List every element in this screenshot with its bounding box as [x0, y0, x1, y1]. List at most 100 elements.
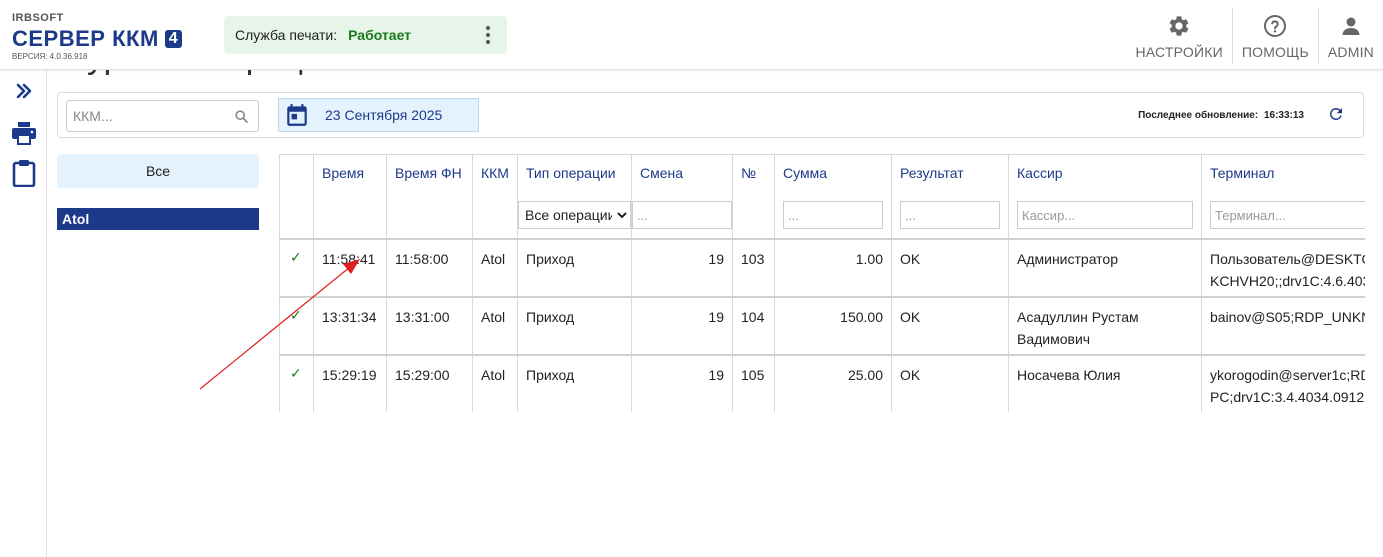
- shift-filter-input[interactable]: [632, 201, 732, 229]
- cashier-filter-input[interactable]: [1017, 201, 1193, 229]
- cell-terminal: ykorogodin@server1c;RDP- PC;drv1C:3.4.40…: [1201, 354, 1365, 412]
- table-row[interactable]: ✓ 15:29:19 15:29:00 Atol Приход 19 105 2…: [279, 354, 1365, 412]
- column-header-shift[interactable]: Смена: [631, 154, 733, 240]
- journal-nav-button[interactable]: [10, 158, 37, 188]
- op-type-filter-select[interactable]: Все операции: [518, 201, 631, 229]
- admin-label: ADMIN: [1327, 44, 1374, 60]
- print-service-label: Служба печати:: [235, 27, 338, 43]
- column-header-op-type[interactable]: Тип операции Все операции: [517, 154, 632, 240]
- column-header-result[interactable]: Результат: [891, 154, 1009, 240]
- print-service-status: Служба печати: Работает: [224, 16, 507, 54]
- result-filter-input[interactable]: [900, 201, 1000, 229]
- cell-shift: 19: [631, 238, 733, 298]
- table-header-row: Время Время ФН ККМ Тип операции Все опер…: [279, 154, 1365, 240]
- column-label: Кассир: [1017, 165, 1063, 181]
- help-button[interactable]: ПОМОЩЬ: [1231, 8, 1318, 64]
- column-header-time[interactable]: Время: [313, 154, 387, 240]
- cell-sum: 1.00: [774, 238, 892, 298]
- settings-label: НАСТРОЙКИ: [1135, 44, 1223, 60]
- kkm-list-item-atol[interactable]: Atol: [57, 208, 259, 230]
- table-row[interactable]: ✓ 11:58:41 11:58:00 Atol Приход 19 103 1…: [279, 238, 1365, 298]
- column-label: Терминал: [1210, 165, 1275, 181]
- kebab-menu-icon[interactable]: [485, 26, 491, 44]
- admin-button[interactable]: ADMIN: [1317, 8, 1383, 64]
- search-icon[interactable]: [235, 110, 248, 123]
- column-header-terminal[interactable]: Терминал: [1201, 154, 1365, 240]
- cell-op-type: Приход: [517, 238, 632, 298]
- column-label: Тип операции: [526, 165, 616, 181]
- logo-product: СЕРВЕР ККМ 4: [12, 26, 183, 52]
- last-update-label: Последнее обновление:: [1138, 110, 1259, 121]
- terminal-line: bainov@S05;RDP_UNKNOWN: [1210, 309, 1365, 325]
- column-header-cashier[interactable]: Кассир: [1008, 154, 1202, 240]
- cell-cashier: Носачева Юлия: [1008, 354, 1202, 412]
- cell-sum: 25.00: [774, 354, 892, 412]
- settings-button[interactable]: НАСТРОЙКИ: [1127, 8, 1232, 64]
- double-chevron-right-icon: [16, 83, 31, 99]
- user-icon: [1342, 17, 1360, 35]
- column-header-time-fn[interactable]: Время ФН: [386, 154, 473, 240]
- expand-sidebar-button[interactable]: [10, 76, 37, 106]
- check-icon: ✓: [290, 307, 302, 323]
- clipboard-icon: [12, 160, 35, 187]
- cell-result: OK: [891, 354, 1009, 412]
- cell-time-fn: 15:29:00: [386, 354, 473, 412]
- app-header: IRBSOFT СЕРВЕР ККМ 4 ВЕРСИЯ: 4.0.36.918 …: [0, 0, 1383, 70]
- terminal-line: Пользователь@DESKTOP-: [1210, 251, 1365, 267]
- cell-number: 104: [732, 296, 775, 356]
- terminal-line: PC;drv1C:3.4.4034.0912: [1210, 389, 1365, 405]
- column-label: Смена: [640, 165, 684, 181]
- cell-time-fn: 13:31:00: [386, 296, 473, 356]
- operations-table: Время Время ФН ККМ Тип операции Все опер…: [279, 154, 1365, 412]
- column-header-sum[interactable]: Сумма: [774, 154, 892, 240]
- last-update: Последнее обновление: 16:33:13: [1138, 110, 1304, 121]
- kkm-filter-all[interactable]: Все: [57, 154, 259, 188]
- table-row[interactable]: ✓ 13:31:34 13:31:00 Atol Приход 19 104 1…: [279, 296, 1365, 356]
- last-update-time: 16:33:13: [1263, 110, 1304, 121]
- refresh-icon[interactable]: [1327, 105, 1345, 123]
- cell-shift: 19: [631, 296, 733, 356]
- selected-date: 23 Сентября 2025: [325, 107, 443, 123]
- cell-number: 103: [732, 238, 775, 298]
- left-rail: [0, 70, 47, 557]
- column-label: №: [741, 165, 757, 181]
- cell-op-type: Приход: [517, 354, 632, 412]
- terminal-filter-input[interactable]: [1210, 201, 1365, 229]
- print-service-value: Работает: [348, 27, 412, 43]
- cell-kkm: Atol: [472, 296, 518, 356]
- terminal-line: ykorogodin@server1c;RDP-: [1210, 367, 1365, 383]
- logo-version-badge: 4: [164, 30, 183, 48]
- cell-shift: 19: [631, 354, 733, 412]
- cell-terminal: bainov@S05;RDP_UNKNOWN: [1201, 296, 1365, 356]
- check-icon: ✓: [290, 249, 302, 265]
- calendar-icon: [287, 104, 307, 126]
- app-version: ВЕРСИЯ: 4.0.36.918: [12, 52, 88, 61]
- operations-table-container[interactable]: Время Время ФН ККМ Тип операции Все опер…: [279, 154, 1365, 412]
- cell-time: 13:31:34: [313, 296, 387, 356]
- cell-time: 11:58:41: [313, 238, 387, 298]
- sum-filter-input[interactable]: [783, 201, 883, 229]
- logo-product-name: СЕРВЕР ККМ: [12, 26, 159, 51]
- column-header-status: [279, 154, 314, 240]
- cell-result: OK: [891, 296, 1009, 356]
- terminal-line: KCHVH20;;drv1C:4.6.4031: [1210, 273, 1365, 289]
- cell-time-fn: 11:58:00: [386, 238, 473, 298]
- column-label: Время: [322, 165, 365, 181]
- cell-terminal: Пользователь@DESKTOP- KCHVH20;;drv1C:4.6…: [1201, 238, 1365, 298]
- column-header-number[interactable]: №: [732, 154, 775, 240]
- date-picker[interactable]: 23 Сентября 2025: [278, 98, 479, 132]
- cell-sum: 150.00: [774, 296, 892, 356]
- cell-kkm: Atol: [472, 354, 518, 412]
- check-icon: ✓: [290, 365, 302, 381]
- printer-nav-button[interactable]: [10, 118, 37, 148]
- cell-cashier: Асадуллин Рустам Вадимович: [1008, 296, 1202, 356]
- cell-kkm: Atol: [472, 238, 518, 298]
- column-header-kkm[interactable]: ККМ: [472, 154, 518, 240]
- kkm-search-input[interactable]: [73, 108, 233, 124]
- cashier-name: Асадуллин Рустам Вадимович: [1017, 309, 1139, 347]
- gear-icon: [1169, 16, 1189, 36]
- cell-time: 15:29:19: [313, 354, 387, 412]
- app-logo[interactable]: IRBSOFT СЕРВЕР ККМ 4 ВЕРСИЯ: 4.0.36.918: [12, 12, 217, 62]
- cell-cashier: Администратор: [1008, 238, 1202, 298]
- column-label: Сумма: [783, 165, 827, 181]
